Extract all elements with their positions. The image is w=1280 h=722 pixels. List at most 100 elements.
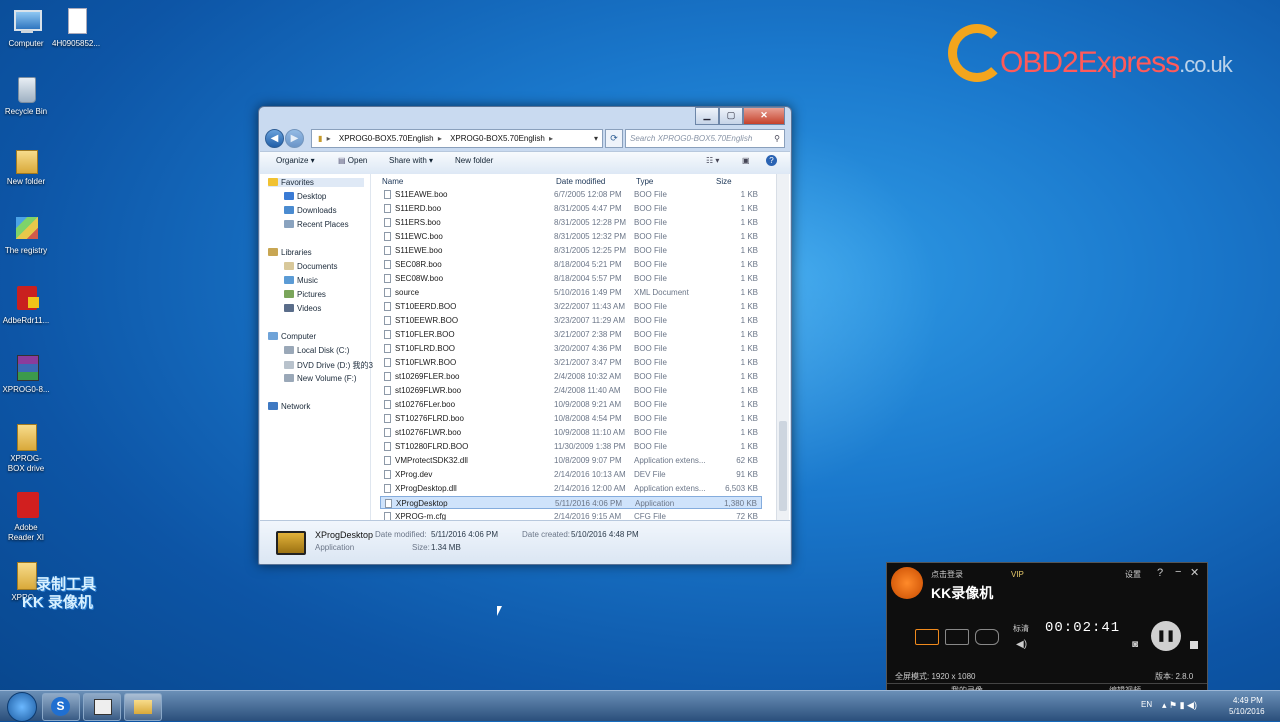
new-folder-desktop-icon[interactable]: New folder: [2, 144, 50, 187]
game-mode-icon[interactable]: [975, 629, 999, 645]
settings-button[interactable]: 设置: [1125, 569, 1141, 580]
new-folder-button[interactable]: New folder: [455, 156, 493, 165]
xprog-archive-desktop-icon[interactable]: XPROG0-8...: [2, 352, 50, 395]
login-link[interactable]: 点击登录: [931, 569, 963, 580]
maximize-button[interactable]: ▢: [719, 107, 743, 125]
table-row[interactable]: XProgDesktop.dll 2/14/2016 12:00 AM Applic…: [380, 482, 762, 495]
recycle-bin-desktop-icon[interactable]: Recycle Bin: [2, 74, 50, 117]
nav-libraries[interactable]: Libraries: [268, 248, 312, 257]
table-row[interactable]: ST10EERD.BOO 3/22/2007 11:43 AM BOO File 1 …: [380, 300, 762, 313]
taskbar-app-s[interactable]: S: [42, 693, 80, 721]
nav-dvd-drive[interactable]: DVD Drive (D:) 我的3: [284, 360, 373, 371]
vip-badge[interactable]: VIP: [1011, 570, 1024, 579]
search-input[interactable]: Search XPROG0-BOX5.70English ⚲: [625, 129, 785, 148]
file-size: 1 KB: [740, 358, 758, 367]
refresh-button[interactable]: ⟳: [605, 129, 623, 148]
nav-recent-places[interactable]: Recent Places: [284, 220, 349, 229]
breadcrumb-segment[interactable]: XPROG0-BOX5.70English: [339, 134, 434, 143]
nav-documents[interactable]: Documents: [284, 262, 337, 271]
file-size: 1 KB: [740, 442, 758, 451]
nav-downloads[interactable]: Downloads: [284, 206, 337, 215]
table-row[interactable]: ST10EEWR.BOO 3/23/2007 11:29 AM BOO File 1 …: [380, 314, 762, 327]
nav-new-volume[interactable]: New Volume (F:): [284, 374, 357, 383]
table-row[interactable]: ST10276FLRD.boo 10/8/2008 4:54 PM BOO File…: [380, 412, 762, 425]
nav-local-disk[interactable]: Local Disk (C:): [284, 346, 349, 355]
vertical-scrollbar[interactable]: [776, 174, 789, 520]
screen-mode-icon[interactable]: [915, 629, 939, 645]
quality-selector[interactable]: 标清: [1013, 623, 1029, 634]
view-options-icon[interactable]: ☷ ▾: [706, 156, 719, 165]
table-row[interactable]: S11ERD.boo 8/31/2005 4:47 PM BOO File 1 KB: [380, 202, 762, 215]
clock-time[interactable]: 4:49 PM: [1233, 696, 1263, 705]
table-row[interactable]: st10276FLer.boo 10/9/2008 9:21 AM BOO File…: [380, 398, 762, 411]
xprog-box-drive-desktop-icon[interactable]: XPROG-BOX drive: [2, 421, 50, 474]
breadcrumb-segment[interactable]: XPROG0-BOX5.70English: [450, 134, 545, 143]
table-row[interactable]: S11ERS.boo 8/31/2005 12:28 PM BOO File 1 KB: [380, 216, 762, 229]
adberdr-desktop-icon[interactable]: AdbeRdr11...: [2, 283, 50, 326]
camera-icon[interactable]: ◙: [1132, 639, 1138, 650]
window-mode-icon[interactable]: [945, 629, 969, 645]
recording-timer: 00:02:41: [1045, 620, 1121, 636]
taskbar-app-window[interactable]: [83, 693, 121, 721]
open-icon: ▤: [338, 156, 348, 165]
adobe-reader-desktop-icon[interactable]: Adobe Reader XI: [2, 490, 50, 543]
nav-pictures[interactable]: Pictures: [284, 290, 326, 299]
table-row[interactable]: st10269FLER.boo 2/4/2008 10:32 AM BOO File…: [380, 370, 762, 383]
column-header-type[interactable]: Type: [636, 177, 653, 186]
help-icon[interactable]: ?: [766, 155, 777, 166]
column-header-date[interactable]: Date modified: [556, 177, 605, 186]
start-button[interactable]: [7, 692, 37, 722]
stop-button[interactable]: [1190, 641, 1198, 649]
clock-date[interactable]: 5/10/2016: [1229, 707, 1265, 716]
registry-desktop-icon[interactable]: The registry: [2, 213, 50, 256]
table-row[interactable]: S11EWC.boo 8/31/2005 12:32 PM BOO File 1 KB: [380, 230, 762, 243]
back-button[interactable]: ◀: [265, 129, 284, 148]
minimize-button[interactable]: ▁: [695, 107, 719, 125]
column-header-size[interactable]: Size: [716, 177, 732, 186]
file-desktop-icon[interactable]: 4H0905852...: [52, 6, 100, 49]
pause-button[interactable]: ❚❚: [1151, 621, 1181, 651]
forward-button[interactable]: ▶: [285, 129, 304, 148]
nav-desktop[interactable]: Desktop: [284, 192, 326, 201]
close-button[interactable]: ✕: [743, 107, 785, 125]
organize-button[interactable]: Organize ▾: [276, 156, 315, 165]
taskbar-explorer[interactable]: [124, 693, 162, 721]
preview-pane-icon[interactable]: ▣: [742, 156, 750, 165]
table-row[interactable]: SEC08R.boo 8/18/2004 5:21 PM BOO File 1 KB: [380, 258, 762, 271]
table-row[interactable]: source 5/10/2016 1:49 PM XML Document 1 KB: [380, 286, 762, 299]
scrollbar-thumb[interactable]: [779, 421, 787, 511]
table-row[interactable]: ST10FLER.BOO 3/21/2007 2:38 PM BOO File 1 K…: [380, 328, 762, 341]
icon-label: The registry: [4, 246, 48, 255]
computer-desktop-icon[interactable]: Computer: [2, 6, 50, 49]
nav-network[interactable]: Network: [268, 402, 310, 411]
share-with-button[interactable]: Share with ▾: [389, 156, 433, 165]
help-button[interactable]: ?: [1157, 567, 1163, 579]
file-size: 1 KB: [740, 204, 758, 213]
table-row[interactable]: XProg.dev 2/14/2016 10:13 AM DEV File 91 KB: [380, 468, 762, 481]
column-header-name[interactable]: Name: [382, 177, 403, 186]
table-row[interactable]: SEC08W.boo 8/18/2004 5:57 PM BOO File 1 KB: [380, 272, 762, 285]
address-bar[interactable]: ▮ ▸ XPROG0-BOX5.70English ▸ XPROG0-BOX5.…: [311, 129, 603, 148]
nav-videos[interactable]: Videos: [284, 304, 321, 313]
file-date: 3/21/2007 3:47 PM: [554, 358, 622, 367]
table-row[interactable]: S11EAWE.boo 6/7/2005 12:08 PM BOO File 1 KB: [380, 188, 762, 201]
nav-favorites[interactable]: Favorites: [268, 178, 364, 187]
open-button[interactable]: ▤ Open: [338, 156, 367, 165]
minimize-icon[interactable]: −: [1175, 566, 1181, 578]
table-row[interactable]: ST10FLWR.BOO 3/21/2007 3:47 PM BOO File 1 K…: [380, 356, 762, 369]
table-row[interactable]: st10276FLWR.boo 10/9/2008 11:10 AM BOO Fil…: [380, 426, 762, 439]
close-icon[interactable]: ✕: [1190, 566, 1199, 579]
volume-icon[interactable]: ◀): [1016, 639, 1027, 650]
table-row[interactable]: ST10280FLRD.BOO 11/30/2009 1:38 PM BOO Fil…: [380, 440, 762, 453]
nav-music[interactable]: Music: [284, 276, 318, 285]
table-row[interactable]: XProgDesktop 5/11/2016 4:06 PM Application…: [380, 496, 762, 509]
table-row[interactable]: ST10FLRD.BOO 3/20/2007 4:36 PM BOO File 1 K…: [380, 342, 762, 355]
table-row[interactable]: VMProtectSDK32.dll 10/8/2009 9:07 PM Appli…: [380, 454, 762, 467]
nav-computer[interactable]: Computer: [268, 332, 316, 341]
tray-icons[interactable]: ▴ ⚑ ▮ ◀): [1162, 700, 1197, 711]
table-row[interactable]: S11EWE.boo 8/31/2005 12:25 PM BOO File 1 KB: [380, 244, 762, 257]
language-indicator[interactable]: EN: [1141, 700, 1152, 709]
address-dropdown-icon[interactable]: ▾: [594, 130, 598, 147]
table-row[interactable]: st10269FLWR.boo 2/4/2008 11:40 AM BOO File…: [380, 384, 762, 397]
file-icon: [384, 456, 391, 465]
